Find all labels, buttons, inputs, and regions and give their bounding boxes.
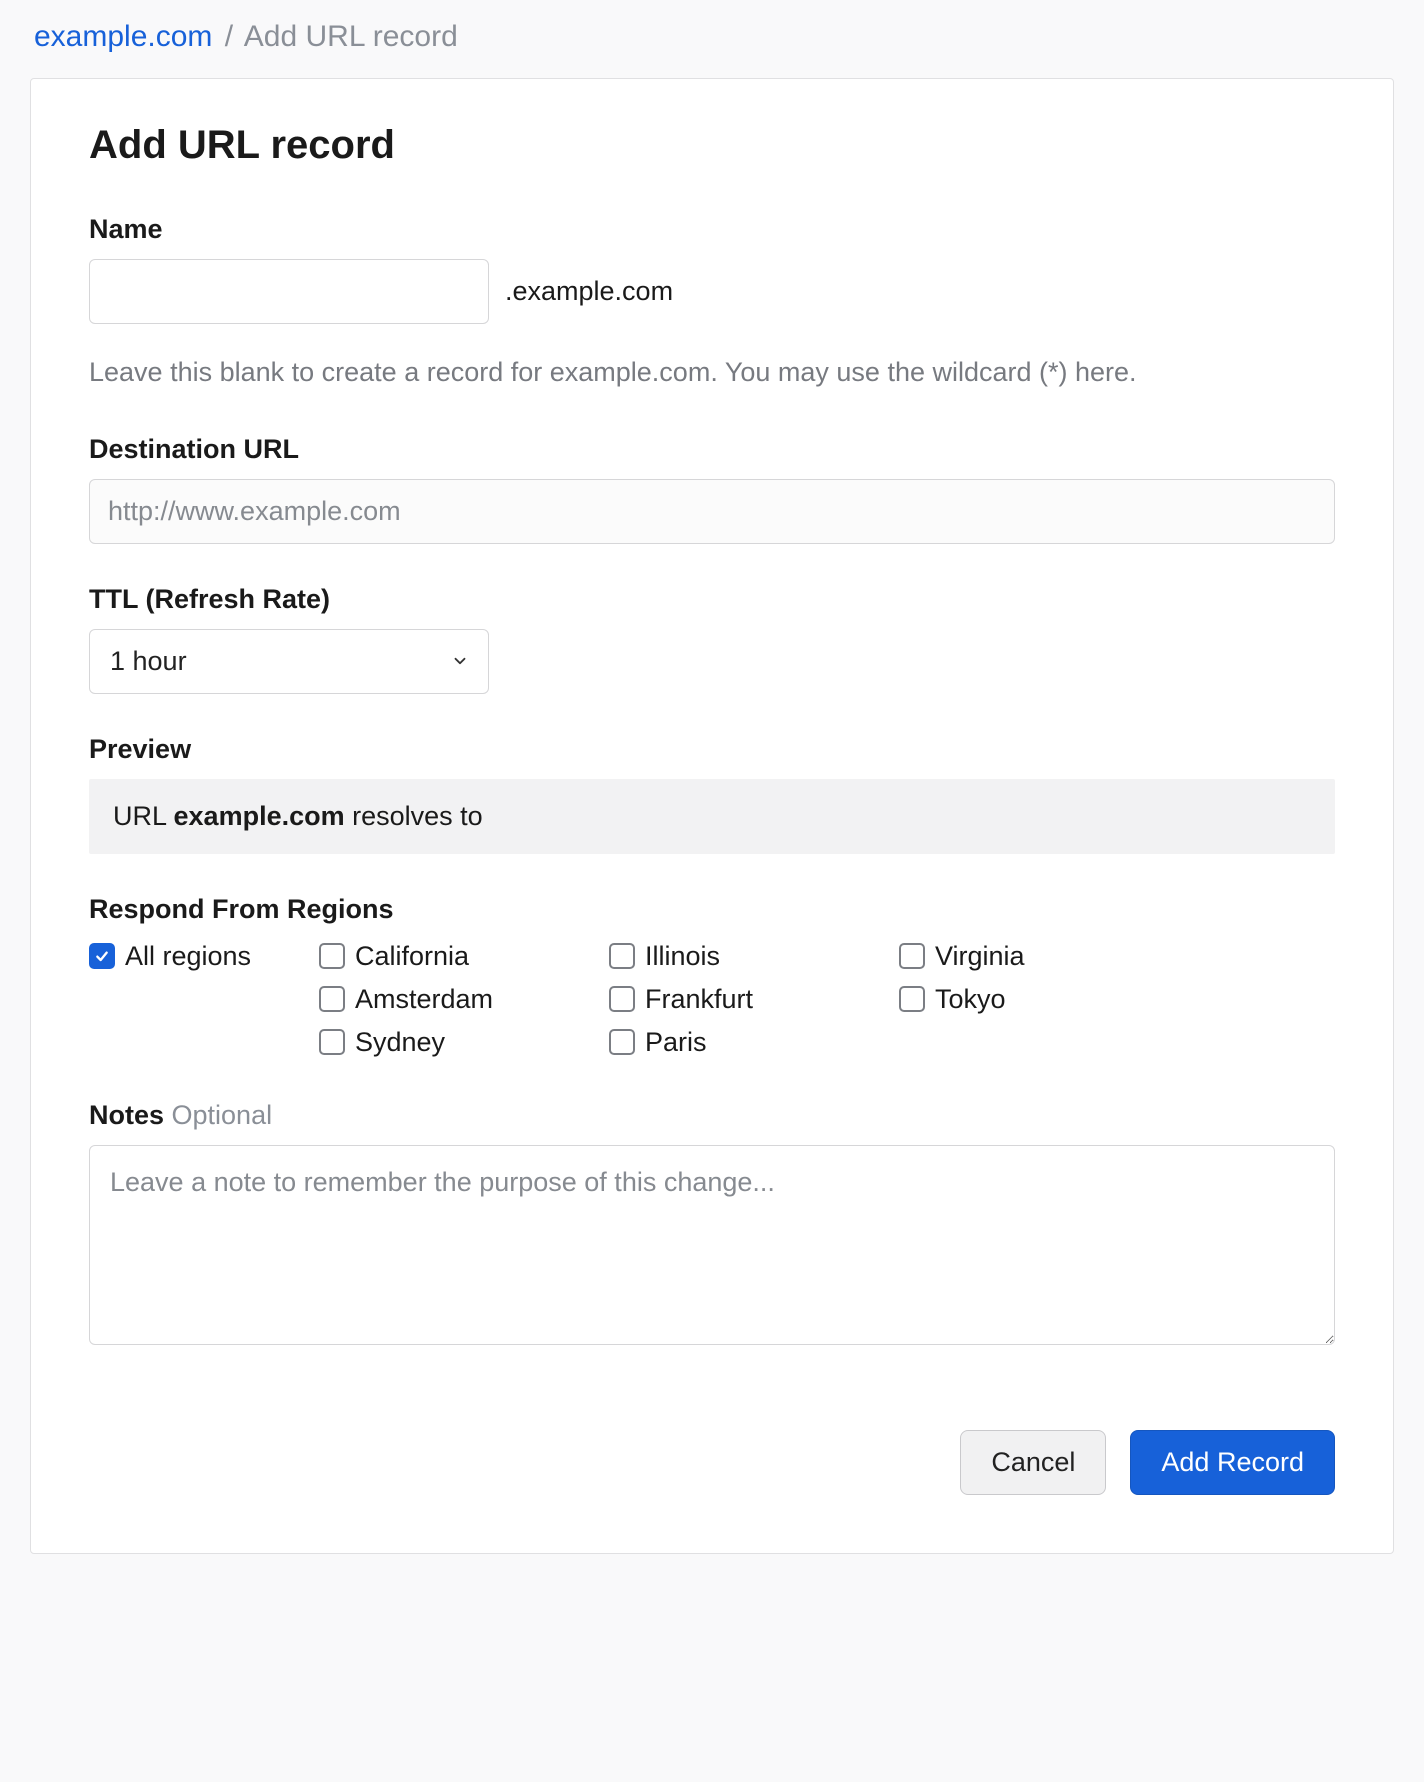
region-tokyo[interactable]: Tokyo — [899, 982, 1189, 1017]
checkbox-icon — [609, 986, 635, 1012]
cancel-button[interactable]: Cancel — [960, 1430, 1106, 1495]
preview-suffix: resolves to — [345, 801, 483, 831]
form-card: Add URL record Name .example.com Leave t… — [30, 78, 1394, 1554]
notes-optional-text: Optional — [164, 1100, 272, 1130]
checkbox-icon — [319, 1029, 345, 1055]
regions-grid: All regions California Illinois Virginia — [89, 939, 1335, 1060]
preview-domain: example.com — [174, 801, 345, 831]
breadcrumb: example.com / Add URL record — [30, 20, 1394, 54]
region-label: Paris — [645, 1027, 707, 1058]
breadcrumb-current: Add URL record — [244, 20, 458, 53]
name-label: Name — [89, 214, 1335, 245]
form-actions: Cancel Add Record — [89, 1430, 1335, 1495]
ttl-select[interactable]: 1 hour — [89, 629, 489, 694]
region-label: California — [355, 941, 469, 972]
ttl-label: TTL (Refresh Rate) — [89, 584, 1335, 615]
notes-label: Notes Optional — [89, 1100, 1335, 1131]
destination-url-input[interactable] — [89, 479, 1335, 544]
breadcrumb-separator: / — [221, 20, 237, 53]
checkbox-icon — [319, 986, 345, 1012]
region-label: Illinois — [645, 941, 720, 972]
region-label: Tokyo — [935, 984, 1006, 1015]
regions-label: Respond From Regions — [89, 894, 1335, 925]
region-all-regions[interactable]: All regions — [89, 939, 319, 974]
region-amsterdam[interactable]: Amsterdam — [319, 982, 609, 1017]
destination-url-label: Destination URL — [89, 434, 1335, 465]
checkbox-icon — [899, 986, 925, 1012]
breadcrumb-domain-link[interactable]: example.com — [34, 20, 212, 53]
region-california[interactable]: California — [319, 939, 609, 974]
region-sydney[interactable]: Sydney — [319, 1025, 609, 1060]
region-label: Sydney — [355, 1027, 445, 1058]
page-title: Add URL record — [89, 123, 1335, 168]
notes-textarea[interactable] — [89, 1145, 1335, 1345]
preview-prefix: URL — [113, 801, 174, 831]
checkbox-icon — [609, 943, 635, 969]
checkbox-icon — [899, 943, 925, 969]
region-label: All regions — [125, 941, 251, 972]
preview-box: URL example.com resolves to — [89, 779, 1335, 854]
checkbox-icon — [89, 943, 115, 969]
notes-label-text: Notes — [89, 1100, 164, 1130]
preview-label: Preview — [89, 734, 1335, 765]
region-frankfurt[interactable]: Frankfurt — [609, 982, 899, 1017]
region-label: Frankfurt — [645, 984, 753, 1015]
name-help-text: Leave this blank to create a record for … — [89, 352, 1335, 394]
region-illinois[interactable]: Illinois — [609, 939, 899, 974]
checkbox-icon — [609, 1029, 635, 1055]
checkbox-icon — [319, 943, 345, 969]
region-paris[interactable]: Paris — [609, 1025, 899, 1060]
name-suffix: .example.com — [505, 276, 673, 307]
add-record-button[interactable]: Add Record — [1130, 1430, 1335, 1495]
region-virginia[interactable]: Virginia — [899, 939, 1189, 974]
name-input[interactable] — [89, 259, 489, 324]
region-label: Virginia — [935, 941, 1025, 972]
region-label: Amsterdam — [355, 984, 493, 1015]
